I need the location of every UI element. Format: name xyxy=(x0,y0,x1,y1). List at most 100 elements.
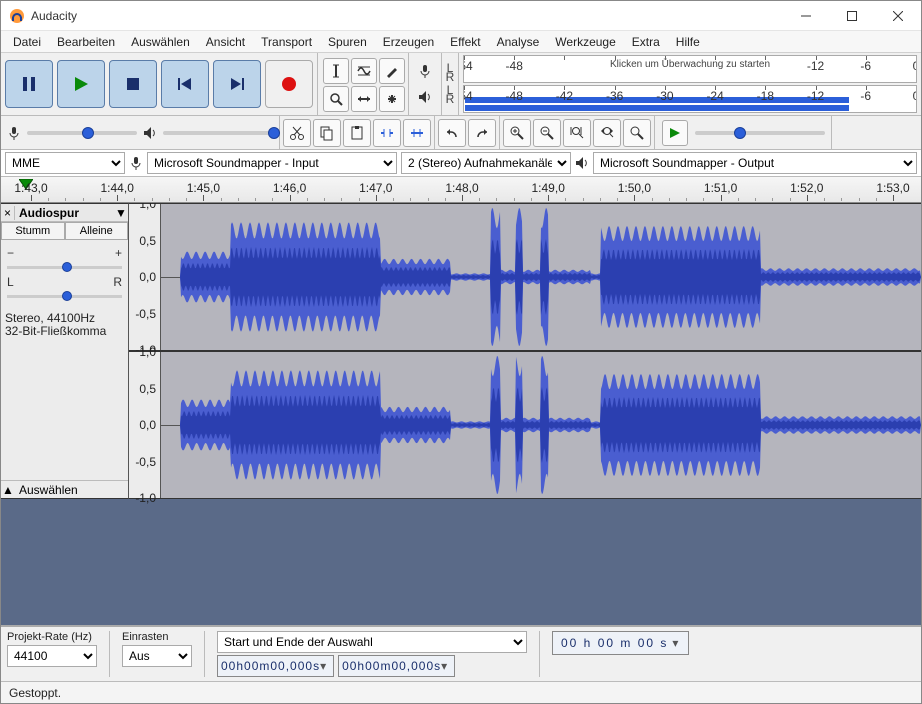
device-toolbar: MME Microsoft Soundmapper - Input 2 (Ste… xyxy=(1,150,921,177)
minimize-button[interactable] xyxy=(783,1,829,31)
skip-start-button[interactable] xyxy=(161,60,209,108)
speaker-icon xyxy=(575,156,589,170)
play-at-speed-button[interactable] xyxy=(662,120,688,146)
track-pan-slider[interactable] xyxy=(7,295,122,298)
menu-bearbeiten[interactable]: Bearbeiten xyxy=(49,32,123,52)
toolbar-row-2 xyxy=(1,116,921,150)
mute-button[interactable]: Stumm xyxy=(1,222,65,240)
audio-host-select[interactable]: MME xyxy=(5,152,125,174)
menubar: Datei Bearbeiten Auswählen Ansicht Trans… xyxy=(1,31,921,53)
mic-icon xyxy=(129,156,143,170)
vertical-scale-right[interactable]: 1,00,50,0-0,5-1,0 xyxy=(129,352,161,498)
mic-icon xyxy=(7,126,21,140)
edit-toolbar xyxy=(280,116,435,149)
status-bar: Gestoppt. xyxy=(1,681,921,703)
maximize-button[interactable] xyxy=(829,1,875,31)
speaker-icon xyxy=(143,126,157,140)
transport-toolbar xyxy=(1,53,318,115)
multi-tool[interactable] xyxy=(379,86,405,112)
waveform-channel-right[interactable]: 1,00,50,0-0,5-1,0 xyxy=(129,351,921,499)
mixer-toolbar xyxy=(1,116,280,149)
playback-meter[interactable]: -54-48-42-36-30-24-18-12-60 xyxy=(463,85,917,113)
menu-datei[interactable]: Datei xyxy=(5,32,49,52)
track-collapse-button[interactable]: ▲ xyxy=(1,483,15,497)
skip-end-button[interactable] xyxy=(213,60,261,108)
record-button[interactable] xyxy=(265,60,313,108)
zoom-in-button[interactable] xyxy=(503,119,531,147)
fit-selection-button[interactable] xyxy=(563,119,591,147)
snap-label: Einrasten xyxy=(122,631,192,643)
recording-volume-slider[interactable] xyxy=(27,131,137,135)
play-at-speed-toolbar xyxy=(655,116,832,149)
recording-channels-select[interactable]: 2 (Stereo) Aufnahmekanäle xyxy=(401,152,571,174)
track-name[interactable]: Audiospur xyxy=(15,206,114,220)
play-meter-lr: LR xyxy=(444,86,456,104)
selection-mode-select[interactable]: Start und Ende der Auswahl xyxy=(217,631,527,653)
recording-meter[interactable]: Klicken um Überwachung zu starten -54-48… xyxy=(463,55,917,83)
silence-button[interactable] xyxy=(403,119,431,147)
cut-button[interactable] xyxy=(283,119,311,147)
paste-button[interactable] xyxy=(343,119,371,147)
solo-button[interactable]: Alleine xyxy=(65,222,129,240)
track-info: Stereo, 44100Hz 32-Bit-Fließkomma xyxy=(1,308,128,342)
waveform-channel-left[interactable]: 1,00,50,0-0,5-1,0 xyxy=(129,203,921,351)
menu-extra[interactable]: Extra xyxy=(624,32,668,52)
titlebar: Audacity xyxy=(1,1,921,31)
track-menu-dropdown[interactable]: ▼ xyxy=(114,206,128,220)
empty-track-area[interactable] xyxy=(1,499,921,625)
rec-meter-mic-icon[interactable] xyxy=(412,59,438,83)
status-text: Gestoppt. xyxy=(9,686,61,700)
envelope-tool[interactable] xyxy=(351,58,377,84)
zoom-toggle-button[interactable] xyxy=(623,119,651,147)
redo-button[interactable] xyxy=(468,119,496,147)
undo-toolbar xyxy=(435,116,500,149)
selection-start-time[interactable]: 00h00m00,000s▾ xyxy=(217,655,334,677)
project-rate-select[interactable]: 44100 xyxy=(7,645,97,667)
recording-device-select[interactable]: Microsoft Soundmapper - Input xyxy=(147,152,397,174)
stop-button[interactable] xyxy=(109,60,157,108)
menu-ansicht[interactable]: Ansicht xyxy=(198,32,253,52)
menu-erzeugen[interactable]: Erzeugen xyxy=(375,32,442,52)
timeshift-tool[interactable] xyxy=(351,86,377,112)
project-rate-label: Projekt-Rate (Hz) xyxy=(7,631,97,643)
play-button[interactable] xyxy=(57,60,105,108)
zoom-tool[interactable] xyxy=(323,86,349,112)
track-area: × Audiospur ▼ Stumm Alleine −+ LR Stereo… xyxy=(1,203,921,625)
selection-tool[interactable] xyxy=(323,58,349,84)
undo-button[interactable] xyxy=(438,119,466,147)
draw-tool[interactable] xyxy=(379,58,405,84)
track-gain-slider[interactable] xyxy=(7,266,122,269)
menu-auswaehlen[interactable]: Auswählen xyxy=(123,32,198,52)
menu-analyse[interactable]: Analyse xyxy=(489,32,548,52)
menu-effekt[interactable]: Effekt xyxy=(442,32,488,52)
app-logo xyxy=(9,8,25,24)
menu-spuren[interactable]: Spuren xyxy=(320,32,375,52)
trim-button[interactable] xyxy=(373,119,401,147)
rec-meter-lr: LR xyxy=(444,64,456,82)
selection-toolbar: Projekt-Rate (Hz) 44100 Einrasten Aus St… xyxy=(1,625,921,681)
zoom-toolbar xyxy=(500,116,655,149)
menu-werkzeuge[interactable]: Werkzeuge xyxy=(547,32,623,52)
selection-end-time[interactable]: 00h00m00,000s▾ xyxy=(338,655,455,677)
fit-project-button[interactable] xyxy=(593,119,621,147)
track-close-button[interactable]: × xyxy=(1,206,15,220)
play-meter-speaker-icon[interactable] xyxy=(412,85,438,109)
audio-position-display[interactable]: 00 h 00 m 00 s▾ xyxy=(552,631,689,655)
playback-device-select[interactable]: Microsoft Soundmapper - Output xyxy=(593,152,917,174)
vertical-scale-left[interactable]: 1,00,50,0-0,5-1,0 xyxy=(129,204,161,350)
playback-speed-slider[interactable] xyxy=(695,131,825,135)
close-button[interactable] xyxy=(875,1,921,31)
zoom-out-button[interactable] xyxy=(533,119,561,147)
app-title: Audacity xyxy=(31,9,77,23)
track-select-button[interactable]: Auswählen xyxy=(15,483,128,497)
toolbar-row-1: LR LR Klicken um Überwachung zu starten … xyxy=(1,53,921,116)
pause-button[interactable] xyxy=(5,60,53,108)
menu-transport[interactable]: Transport xyxy=(253,32,320,52)
copy-button[interactable] xyxy=(313,119,341,147)
playback-volume-slider[interactable] xyxy=(163,131,273,135)
track-control-panel[interactable]: × Audiospur ▼ Stumm Alleine −+ LR Stereo… xyxy=(1,203,129,499)
timeline-ruler[interactable]: 1:43,01:44,01:45,01:46,01:47,01:48,01:49… xyxy=(1,177,921,203)
snap-select[interactable]: Aus xyxy=(122,645,192,667)
menu-hilfe[interactable]: Hilfe xyxy=(668,32,708,52)
tools-toolbar xyxy=(318,53,409,115)
